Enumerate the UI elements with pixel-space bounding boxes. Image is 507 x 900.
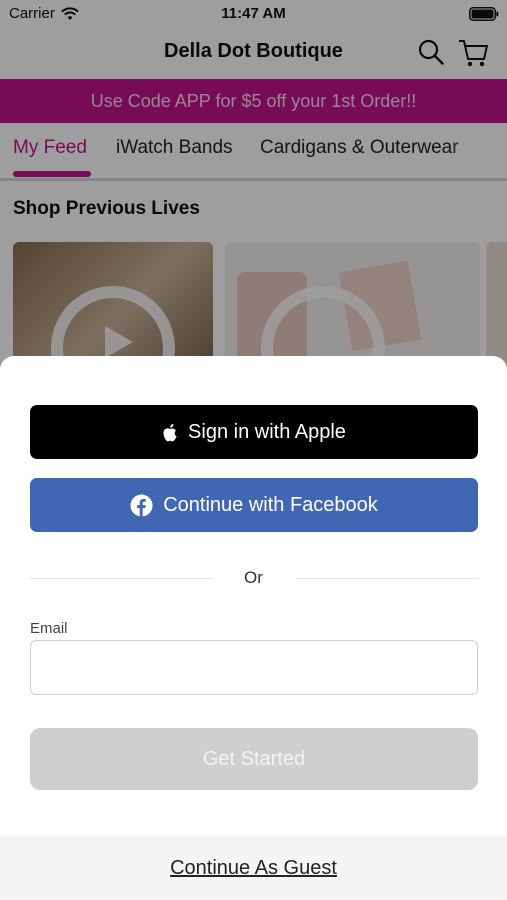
get-started-button[interactable]: Get Started xyxy=(30,728,478,790)
sign-in-sheet: Sign in with Apple Continue with Faceboo… xyxy=(0,356,507,900)
email-field[interactable] xyxy=(30,640,478,695)
continue-as-guest-link[interactable]: Continue As Guest xyxy=(170,857,337,880)
apple-icon xyxy=(163,423,177,441)
get-started-label: Get Started xyxy=(202,747,306,770)
continue-with-facebook-button[interactable]: Continue with Facebook xyxy=(30,478,478,532)
guest-bar: Continue As Guest xyxy=(0,836,507,900)
email-label: Email xyxy=(30,620,68,637)
sign-in-with-apple-button[interactable]: Sign in with Apple xyxy=(30,405,478,459)
facebook-icon xyxy=(130,493,153,517)
divider-right xyxy=(296,578,478,579)
apple-button-label: Sign in with Apple xyxy=(188,420,346,443)
facebook-button-label: Continue with Facebook xyxy=(163,493,378,516)
